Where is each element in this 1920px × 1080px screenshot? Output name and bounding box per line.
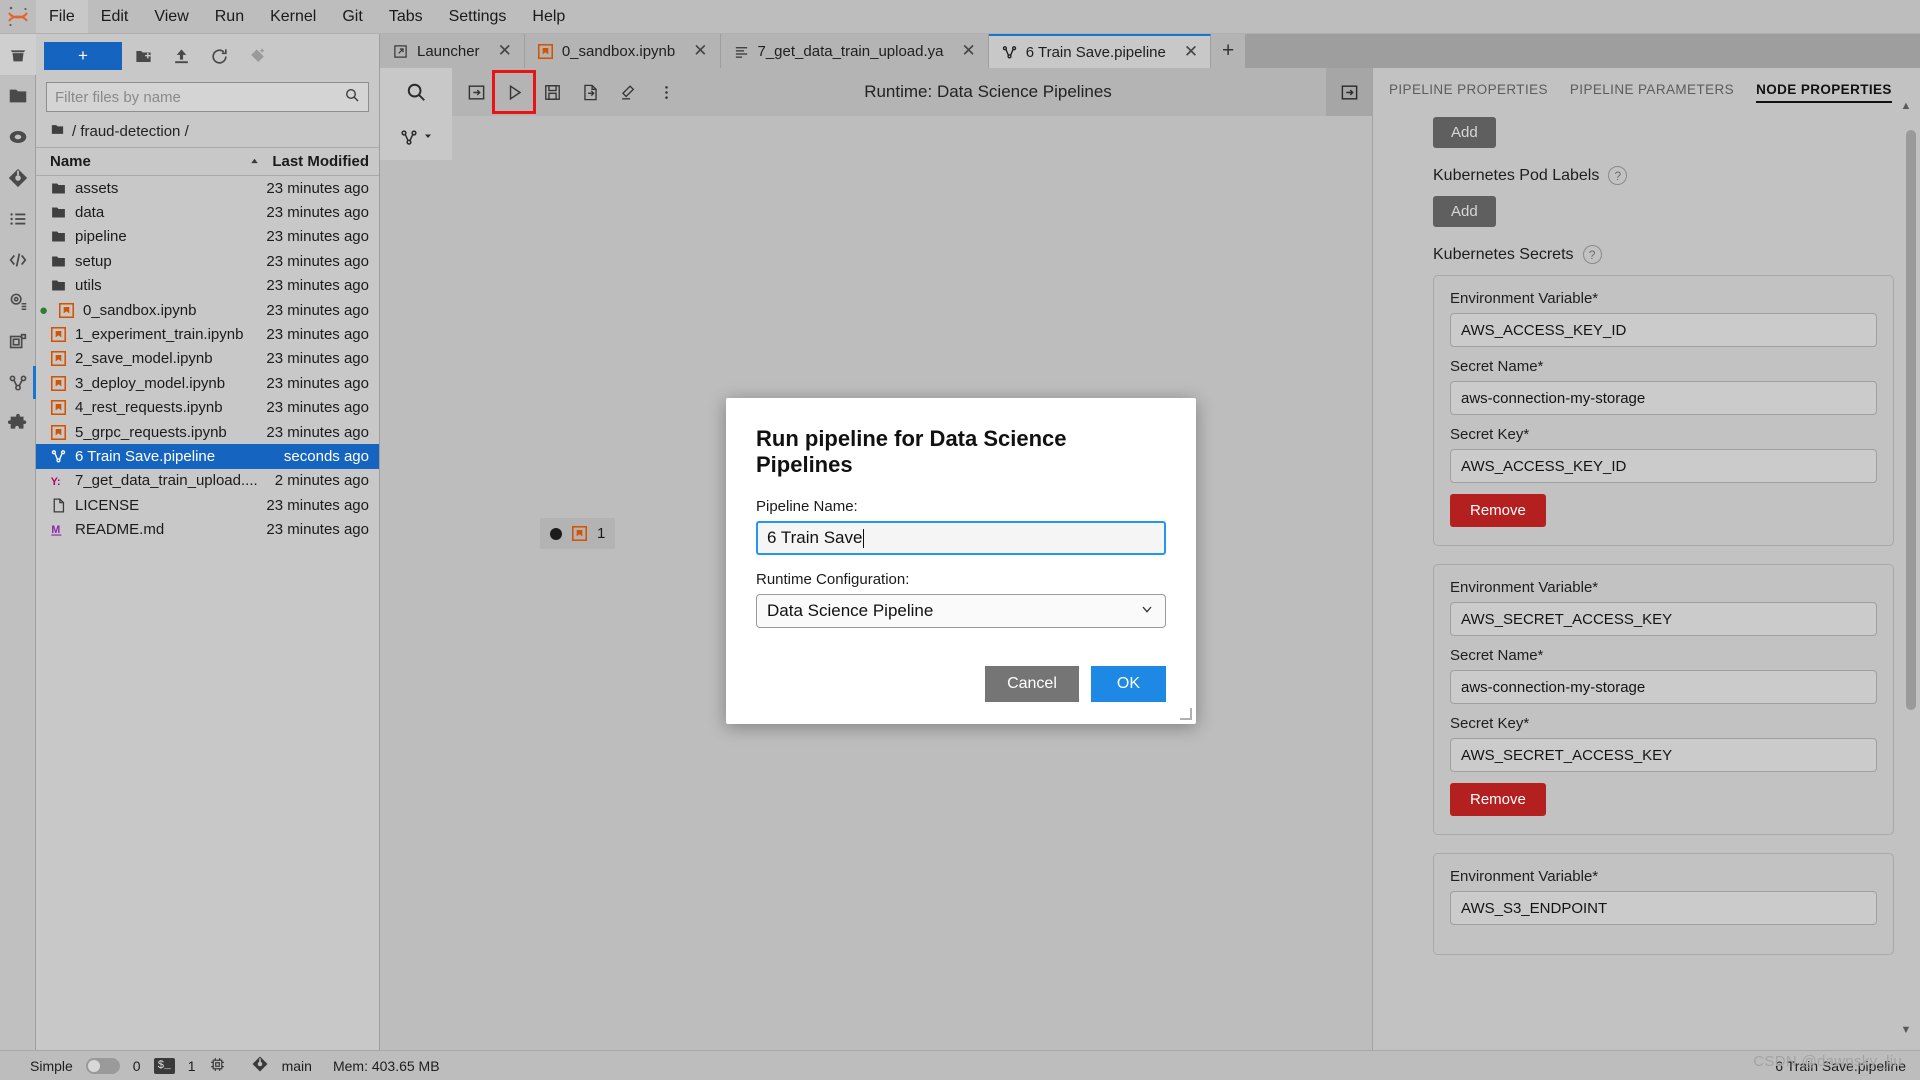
dialog-actions: Cancel OK [756,666,1166,702]
cancel-button[interactable]: Cancel [985,666,1079,702]
pipeline-name-label: Pipeline Name: [756,498,858,515]
run-pipeline-dialog: Run pipeline for Data Science Pipelines … [726,398,1196,724]
jupyterlab-window: File Edit View Run Kernel Git Tabs Setti… [0,0,1920,1080]
runtime-config-label: Runtime Configuration: [756,571,910,588]
dialog-resize-handle[interactable] [1180,708,1192,720]
pipeline-name-input[interactable]: 6 Train Save [756,521,1166,555]
runtime-config-value: Data Science Pipeline [767,601,934,620]
pipeline-name-value: 6 Train Save [767,528,863,547]
runtime-config-select[interactable]: Data Science Pipeline [756,594,1166,628]
ok-button[interactable]: OK [1090,666,1166,702]
dialog-title: Run pipeline for Data Science Pipelines [756,426,1067,477]
chevron-down-icon [1139,601,1155,622]
text-caret [863,528,865,548]
